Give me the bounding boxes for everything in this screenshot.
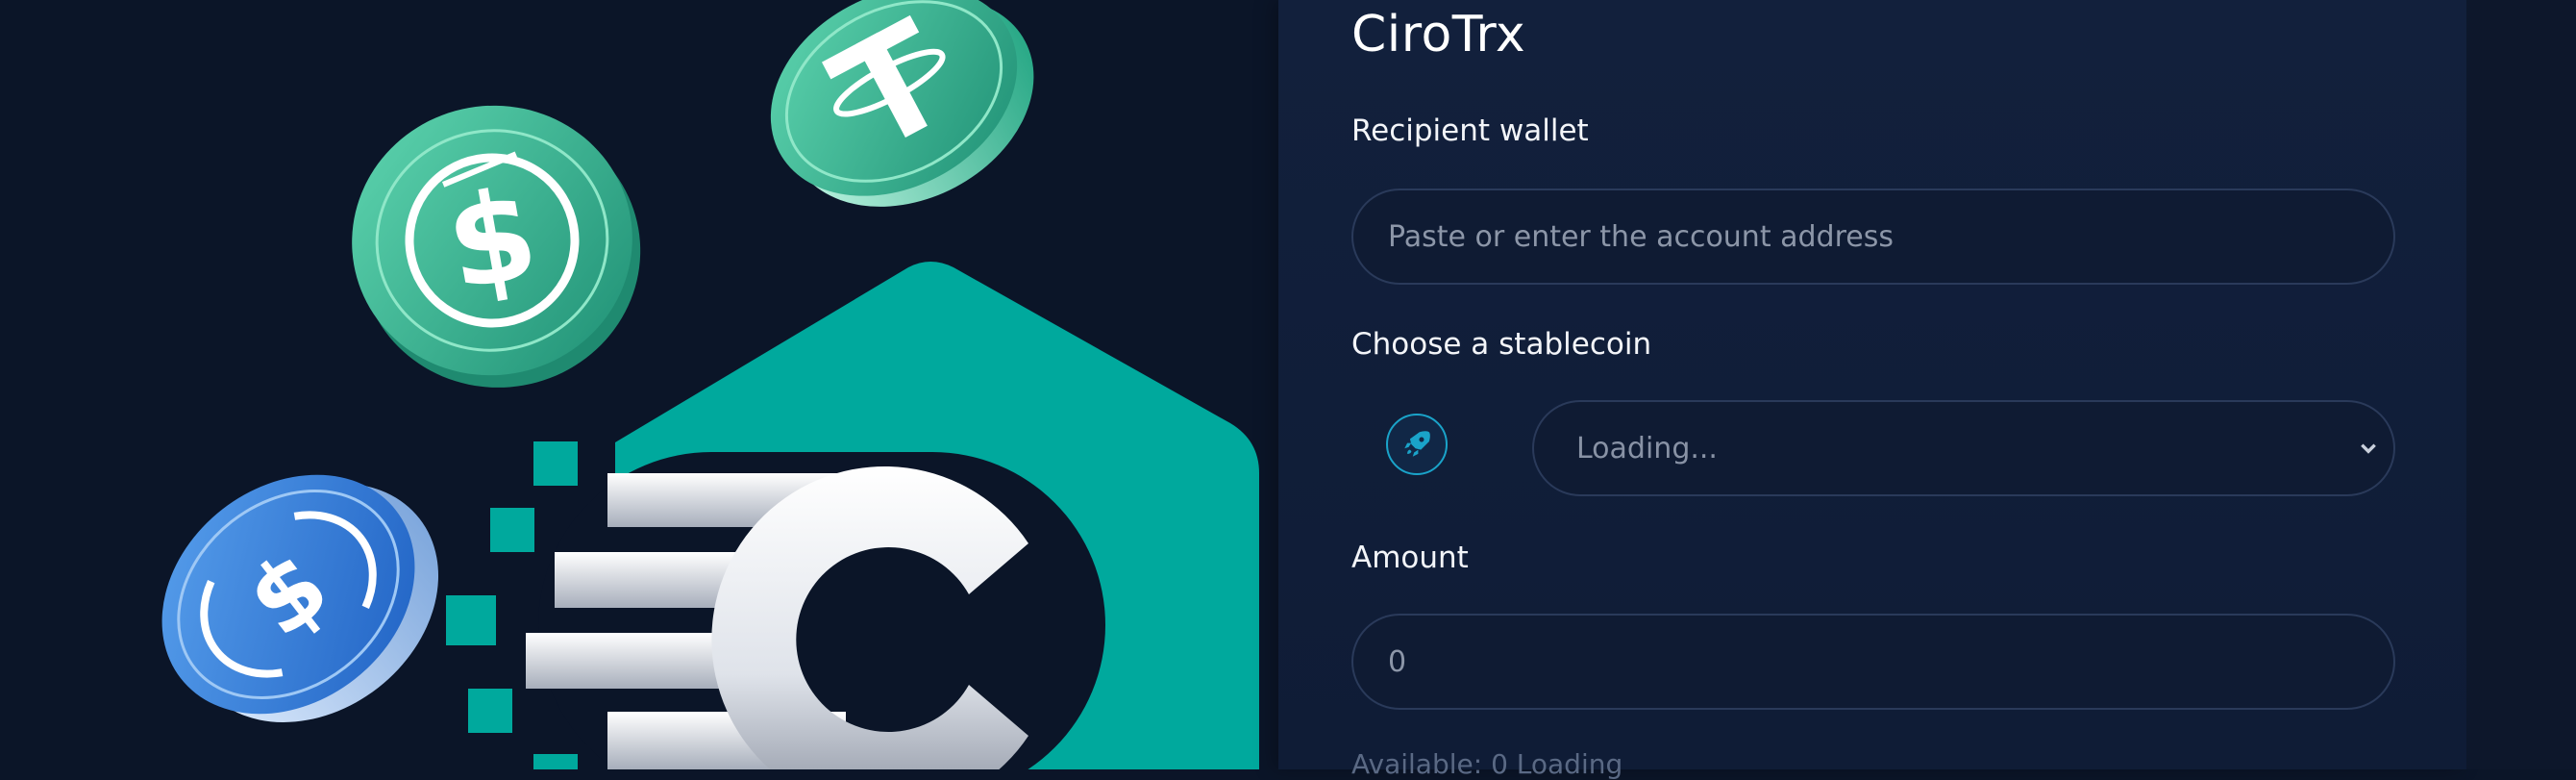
page-margin [2466,0,2576,769]
stablecoin-label: Choose a stablecoin [1351,327,1652,362]
tether-coin [770,0,1034,207]
available-balance: Available: 0 Loading [1351,748,1623,780]
stablecoin-select[interactable]: Loading... [1532,400,2395,496]
usd-stablecoin-coin: $ [352,105,641,388]
recipient-field [1351,189,2395,285]
amount-label: Amount [1351,541,1469,575]
stablecoin-selected-value: Loading... [1576,431,1718,465]
recipient-label: Recipient wallet [1351,113,1589,148]
amount-field [1351,614,2395,710]
stablecoin-badge [1386,414,1448,475]
recipient-wallet-input[interactable] [1353,190,2393,283]
transfer-form-panel: CiroTrx Recipient wallet Choose a stable… [1278,0,2466,780]
chevron-down-icon [2361,443,2376,454]
hero-art: $ $ [161,0,1259,769]
hero-illustration: $ $ [0,0,1278,769]
app-title: CiroTrx [1351,6,1526,63]
usdc-coin: $ [161,474,439,722]
rocket-icon [1404,431,1430,457]
amount-input[interactable] [1353,616,2393,708]
